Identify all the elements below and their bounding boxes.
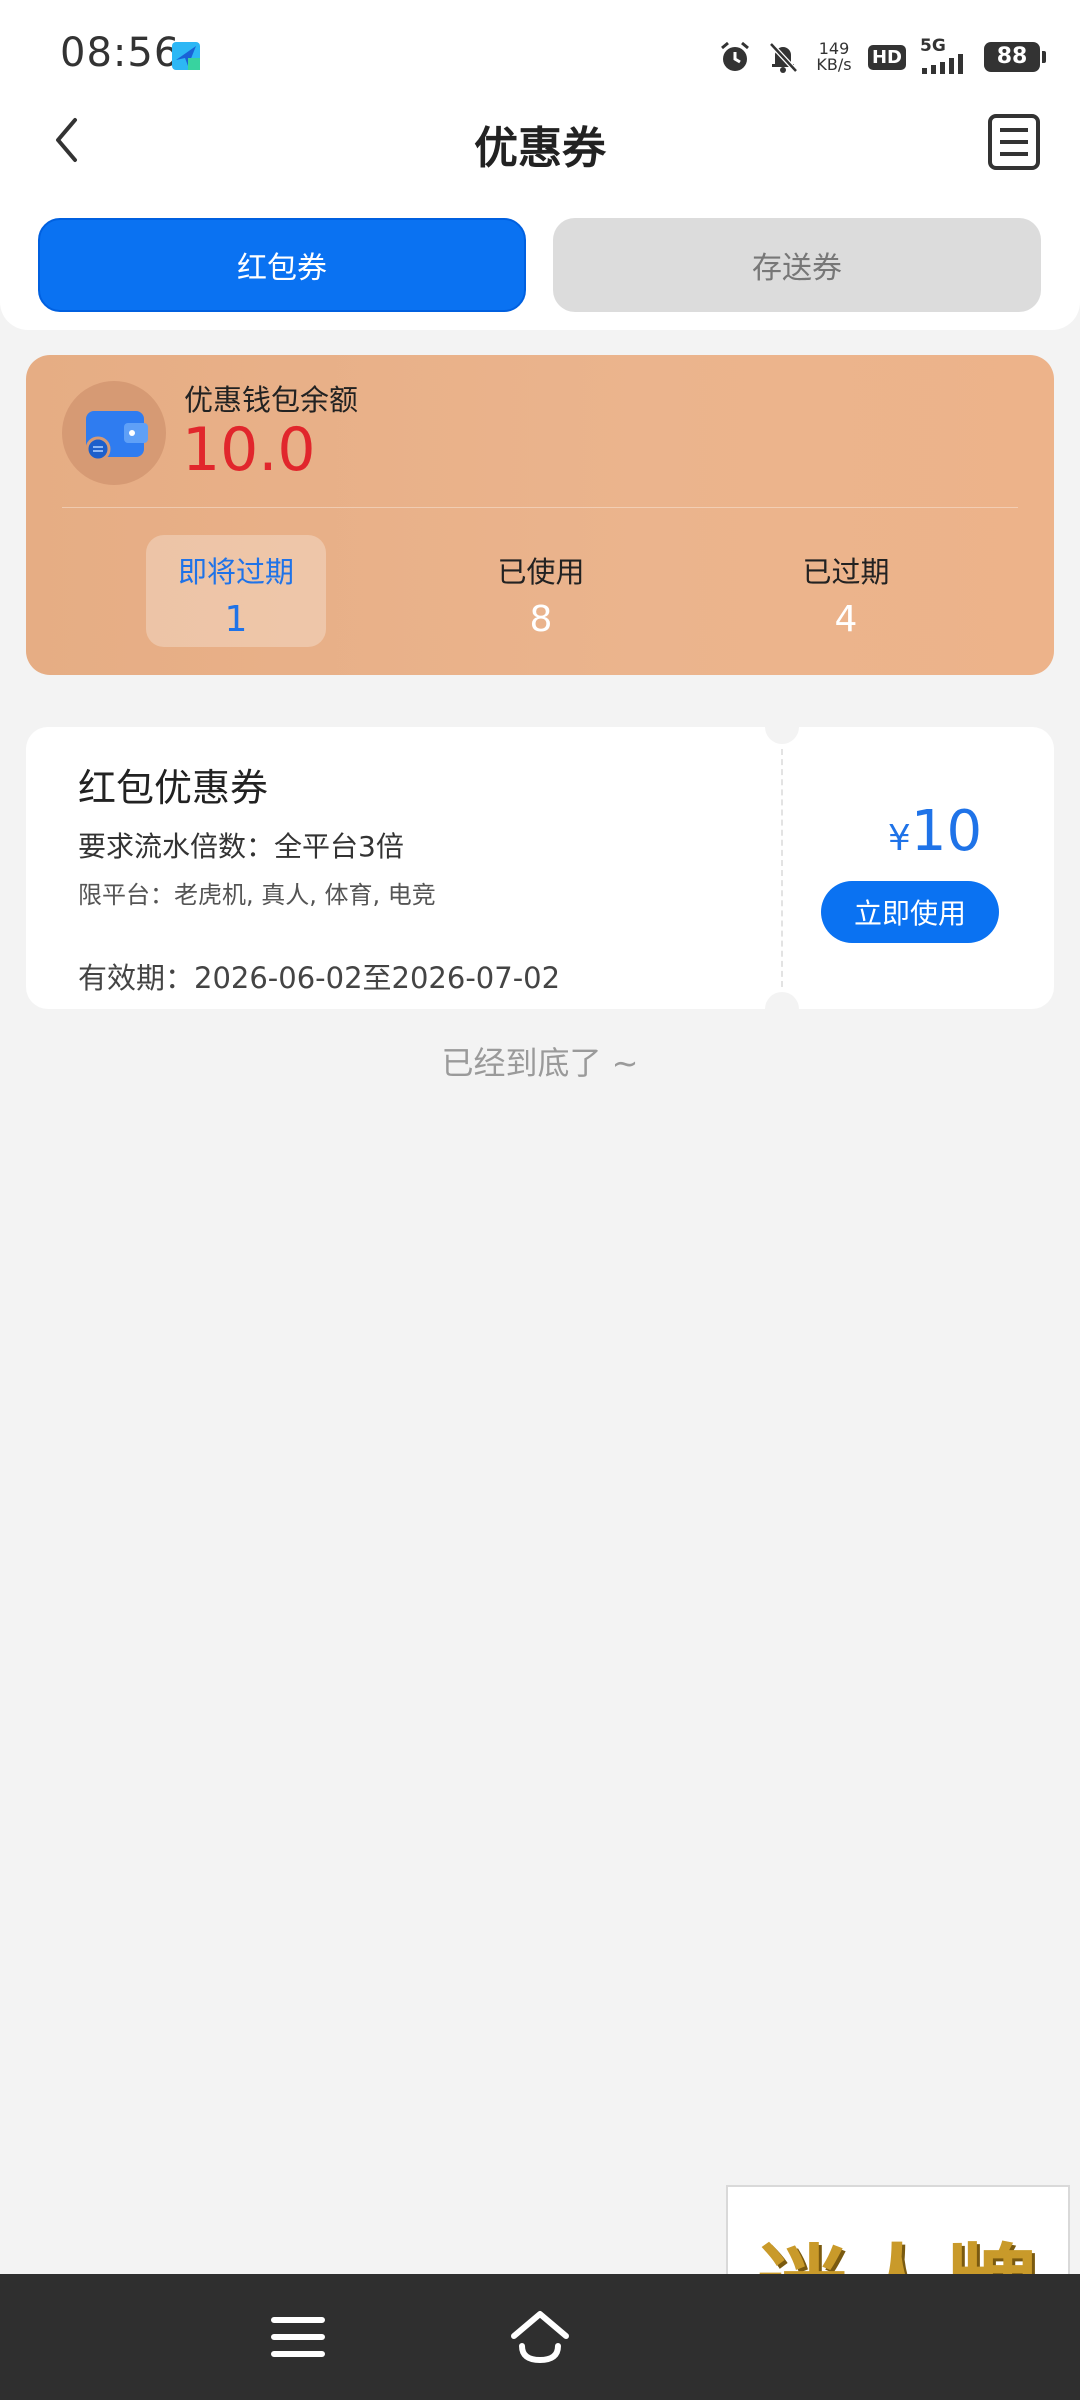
stat-value: 8 (529, 599, 553, 640)
currency-symbol: ¥ (887, 818, 911, 859)
status-icons: 149 KB/s HD 5G 88 (718, 36, 1046, 78)
coupon-validity: 有效期：2026-06-02至2026-07-02 (78, 961, 561, 995)
coupon-amount: ¥10 (816, 799, 1054, 864)
app-notification-icon (172, 42, 200, 70)
wallet-icon (62, 381, 166, 485)
signal-icon: 5G (920, 36, 970, 74)
home-icon[interactable] (508, 2306, 572, 2368)
status-time: 08:56 (60, 30, 181, 76)
stat-label: 已过期 (802, 555, 890, 589)
coupon-card: 红包优惠券 要求流水倍数：全平台3倍 限平台：老虎机, 真人, 体育, 电竞 有… (26, 727, 1054, 1009)
coupon-amount-value: 10 (910, 799, 983, 864)
wallet-balance-label: 优惠钱包余额 (184, 383, 359, 417)
hd-badge: HD (867, 44, 906, 70)
wallet-balance-amount: 10.0 (182, 415, 316, 485)
divider (62, 507, 1018, 508)
wallet-card: 优惠钱包余额 10.0 即将过期 1 已使用 8 已过期 4 (26, 355, 1054, 675)
mute-bell-icon (769, 42, 798, 73)
stat-expiring-soon[interactable]: 即将过期 1 (146, 535, 326, 647)
records-list-icon[interactable] (986, 112, 1042, 172)
coupon-notch (765, 727, 799, 744)
network-type: 5G (920, 36, 946, 56)
system-nav-bar (0, 2274, 1080, 2400)
coupon-perforation (781, 749, 783, 987)
stat-value: 4 (834, 599, 858, 640)
coupon-notch (765, 992, 799, 1009)
page-title: 优惠券 (474, 123, 606, 174)
list-end-text: 已经到底了 ~ (441, 1044, 639, 1082)
coupon-platforms: 限平台：老虎机, 真人, 体育, 电竞 (78, 881, 436, 909)
tab-red-envelope-coupon[interactable]: 红包券 (38, 218, 526, 312)
tab-deposit-bonus-coupon[interactable]: 存送券 (553, 218, 1041, 312)
coupon-title: 红包优惠券 (78, 766, 269, 810)
network-speed-unit: KB/s (816, 55, 852, 74)
stat-value: 1 (224, 599, 248, 640)
stat-expired[interactable]: 已过期 4 (756, 535, 936, 647)
coupon-requirement: 要求流水倍数：全平台3倍 (78, 830, 404, 863)
menu-icon[interactable] (270, 2312, 326, 2362)
stat-label: 已使用 (497, 555, 585, 589)
stat-label: 即将过期 (177, 555, 294, 589)
battery-indicator: 88 (984, 42, 1046, 72)
network-speed: 149 KB/s (814, 41, 854, 73)
status-bar: 08:56 149 KB/s HD 5G 88 (0, 0, 1080, 110)
header: 优惠券 红包券 存送券 (0, 110, 1080, 330)
use-now-button[interactable]: 立即使用 (821, 881, 999, 943)
stat-used[interactable]: 已使用 8 (451, 535, 631, 647)
alarm-icon (721, 41, 749, 71)
